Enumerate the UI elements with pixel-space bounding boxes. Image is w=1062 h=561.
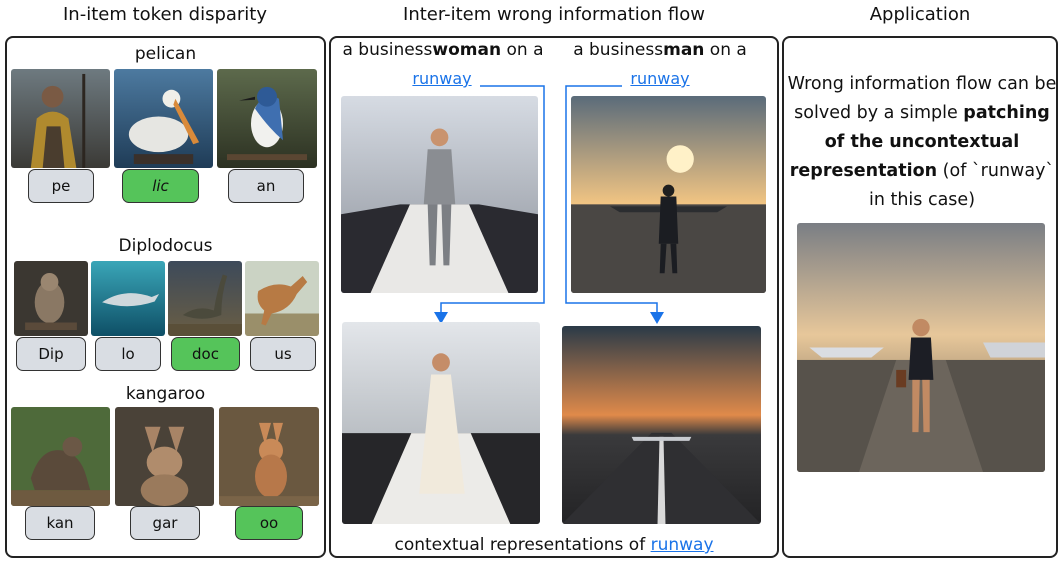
prompt-businesswoman: a businesswoman on a (342, 40, 544, 60)
runway-link-right[interactable]: runway (622, 69, 698, 88)
token-kan: kan (25, 506, 95, 540)
token-pe: pe (28, 169, 94, 203)
image-sauropod (168, 261, 242, 336)
runway-link-bottom[interactable]: runway (651, 535, 714, 555)
image-kingfisher (217, 69, 317, 168)
image-trex (245, 261, 319, 336)
runway-link-left[interactable]: runway (404, 69, 480, 88)
token-oo: oo (235, 506, 303, 540)
image-owl (14, 261, 88, 336)
right-column-title: Application (869, 4, 971, 25)
word-pelican: pelican (134, 44, 197, 64)
image-airplane-runway (562, 326, 761, 524)
image-pelican (114, 69, 213, 168)
image-warrior (11, 69, 110, 168)
left-column-title: In-item token disparity (62, 4, 268, 25)
prompt-businessman: a businessman on a (573, 40, 747, 60)
token-dip: Dip (16, 337, 86, 371)
image-kangaroo (219, 407, 319, 506)
token-gar: gar (130, 506, 200, 540)
image-businesswoman-airport (797, 223, 1045, 472)
word-diplodocus: Diplodocus (118, 236, 213, 256)
image-otter (11, 407, 110, 506)
middle-column-title: Inter-item wrong information flow (403, 4, 705, 25)
token-lo: lo (95, 337, 161, 371)
token-us: us (250, 337, 316, 371)
token-lic: lic (122, 169, 199, 203)
image-dolphin (91, 261, 165, 336)
token-an: an (228, 169, 304, 203)
token-doc: doc (171, 337, 240, 371)
image-woman-white-dress (342, 322, 540, 524)
word-kangaroo: kangaroo (125, 384, 206, 404)
application-description: Wrong information flow can be solved by … (787, 74, 1057, 210)
image-businesswoman-runway (341, 96, 538, 293)
contextual-representations-caption: contextual representations of runway (394, 535, 714, 555)
image-businessman-airport (571, 96, 766, 293)
image-kangaroo-small (115, 407, 214, 506)
